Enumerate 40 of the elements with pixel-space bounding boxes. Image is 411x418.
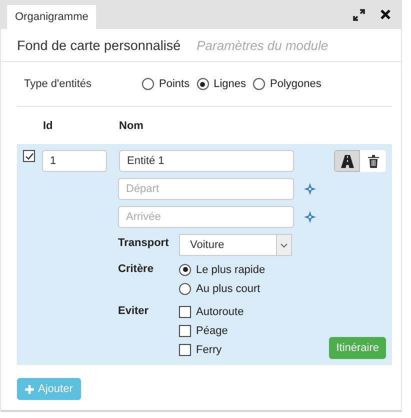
road-button[interactable] <box>334 150 360 172</box>
checkbox-label: Autoroute <box>196 306 244 318</box>
location-field[interactable]: Départ <box>118 178 294 200</box>
plus-icon <box>25 384 34 394</box>
checkbox[interactable] <box>23 150 35 162</box>
transport-dropdown[interactable]: Voiture <box>179 234 292 256</box>
radio-button[interactable] <box>253 78 265 90</box>
radio-button[interactable] <box>179 264 191 276</box>
crosshair-icon[interactable] <box>304 211 316 223</box>
checkbox[interactable] <box>179 324 191 336</box>
delete-button[interactable] <box>360 150 386 172</box>
caret-icon <box>280 242 288 248</box>
radio-label: Le plus rapide <box>196 264 266 276</box>
window-tab[interactable]: Organigramme <box>7 5 96 29</box>
crosshair-icon[interactable] <box>304 183 316 195</box>
checkbox-label: Ferry <box>196 344 222 356</box>
column-header: Id <box>43 120 54 132</box>
checkbox[interactable] <box>179 344 191 356</box>
id-field[interactable]: 1 <box>42 150 107 172</box>
field-label: Transport <box>118 236 170 251</box>
location-field[interactable]: Arrivée <box>118 206 294 228</box>
close-icon[interactable] <box>380 9 391 20</box>
radio-label: Au plus court <box>196 282 260 294</box>
expand-icon[interactable] <box>353 8 365 20</box>
name-field[interactable]: Entité 1 <box>119 150 294 172</box>
trash-icon <box>368 154 378 168</box>
checkbox[interactable] <box>179 306 191 318</box>
field-label: Critère <box>118 262 154 277</box>
radio-button[interactable] <box>196 78 209 90</box>
column-header: Nom <box>119 120 144 132</box>
checkbox-label: Péage <box>196 324 228 336</box>
radio-label: Points <box>159 78 190 90</box>
radio-label: Polygones <box>270 78 322 90</box>
radio-label: Lignes <box>214 78 246 90</box>
radio-button[interactable] <box>142 78 154 90</box>
field-label: Type d'entités <box>24 78 93 90</box>
road-icon <box>340 154 354 168</box>
panel-title: Fond de carte personnalisé <box>17 38 181 52</box>
field-label: Eviter <box>118 304 150 319</box>
radio-button[interactable] <box>179 282 191 294</box>
